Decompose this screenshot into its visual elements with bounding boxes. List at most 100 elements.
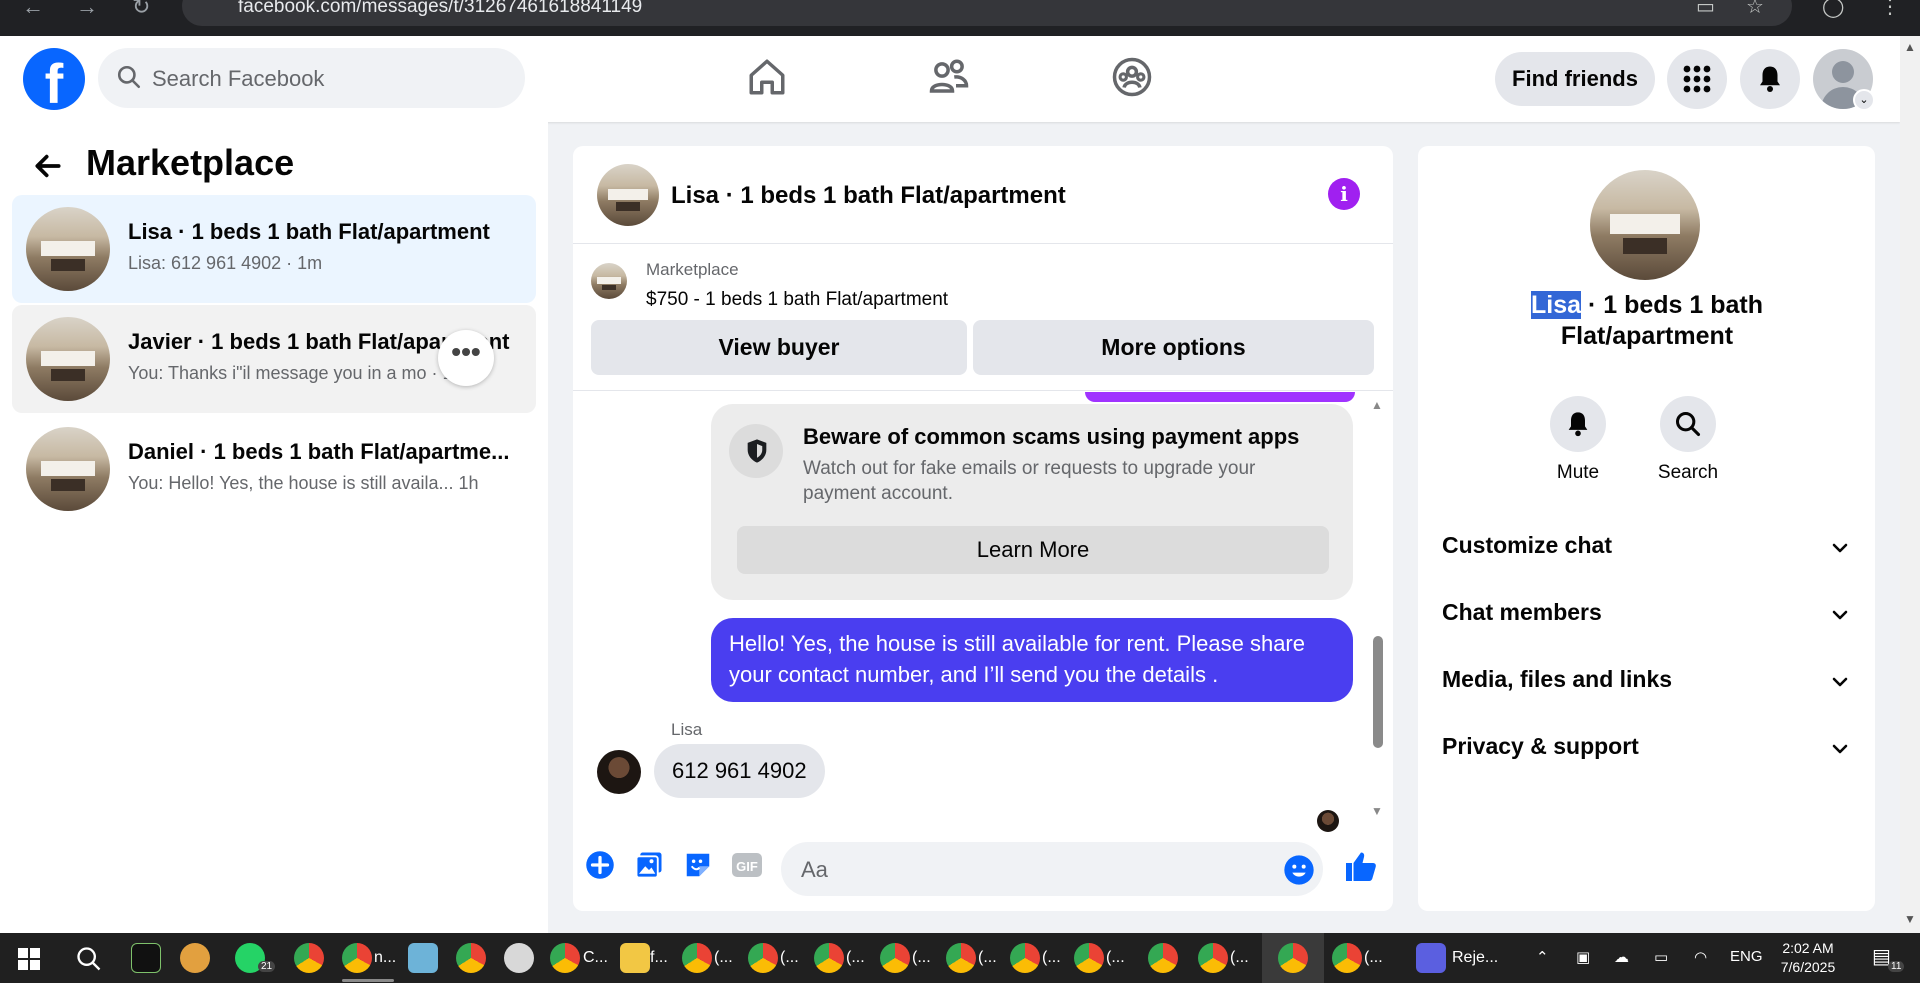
taskbar-running-indicator (342, 979, 394, 982)
listing-price[interactable]: $750 - 1 beds 1 bath Flat/apartment (646, 289, 948, 311)
scrollbar-thumb[interactable] (1373, 636, 1383, 748)
chrome-icon[interactable] (1278, 943, 1308, 973)
groups-icon[interactable] (1111, 56, 1153, 98)
chrome-icon[interactable] (1198, 943, 1228, 973)
scroll-down-icon[interactable]: ▼ (1371, 804, 1383, 818)
sticker-icon[interactable] (683, 850, 713, 880)
chat-title[interactable]: Lisa · 1 beds 1 bath Flat/apartment (671, 182, 1066, 210)
thumbs-up-icon[interactable] (1343, 848, 1379, 884)
view-buyer-button[interactable]: View buyer (591, 320, 967, 375)
section-label: Privacy & support (1442, 733, 1639, 759)
bell-icon (1568, 412, 1588, 437)
search-icon[interactable] (75, 945, 103, 973)
info-icon[interactable]: i (1328, 178, 1360, 210)
profile-icon[interactable]: ◯ (1822, 0, 1844, 19)
details-avatar[interactable] (1590, 170, 1700, 280)
menu-grid-button[interactable] (1667, 49, 1727, 109)
privacy-support-section[interactable]: Privacy & support (1442, 733, 1852, 773)
details-title-name: Lisa (1530, 291, 1582, 319)
tray-app-icon[interactable]: ▣ (1576, 948, 1590, 966)
ide-app-icon[interactable] (131, 943, 161, 973)
conversation-preview: Lisa: 612 961 4902 · 1m (128, 253, 323, 273)
clock[interactable]: 2:02 AM 7/6/2025 (1768, 939, 1848, 977)
back-arrow-icon[interactable] (32, 150, 64, 182)
whatsapp-badge: 21 (258, 961, 276, 972)
notifications-button[interactable] (1740, 49, 1800, 109)
chrome-icon[interactable] (1332, 943, 1362, 973)
search-icon (1675, 411, 1701, 437)
address-bar[interactable]: facebook.com/messages/t/3126746161884114… (182, 0, 1792, 26)
file-explorer-icon[interactable] (620, 943, 650, 973)
details-title-rest: · 1 beds 1 bath Flat/apartment (1560, 291, 1763, 350)
reload-icon[interactable]: ↻ (132, 0, 150, 20)
chrome-icon[interactable] (748, 943, 778, 973)
language-indicator[interactable]: ENG (1730, 948, 1763, 965)
conversation-item[interactable]: Lisa · 1 beds 1 bath Flat/apartment Lisa… (12, 195, 536, 303)
scroll-up-icon[interactable]: ▲ (1904, 40, 1916, 54)
forward-nav-icon[interactable]: → (76, 0, 98, 20)
media-app-icon[interactable] (1416, 943, 1446, 973)
scroll-down-icon[interactable]: ▼ (1904, 912, 1916, 926)
chat-avatar[interactable] (597, 164, 659, 226)
customize-chat-section[interactable]: Customize chat (1442, 532, 1852, 572)
chat-header: Lisa · 1 beds 1 bath Flat/apartment i (573, 146, 1393, 244)
paint-app-icon[interactable] (504, 943, 534, 973)
chrome-icon[interactable] (946, 943, 976, 973)
game-app-icon[interactable] (180, 943, 210, 973)
clock-date: 7/6/2025 (1780, 959, 1836, 975)
learn-more-button[interactable]: Learn More (737, 526, 1329, 574)
chevron-down-icon[interactable]: ⌄ (1853, 89, 1875, 111)
cast-icon[interactable]: ▭ (1696, 0, 1715, 19)
friends-icon[interactable] (928, 56, 970, 98)
message-input[interactable]: Aa (781, 842, 1323, 896)
home-icon[interactable] (746, 56, 788, 98)
shield-icon (729, 424, 783, 478)
chrome-icon[interactable] (814, 943, 844, 973)
sent-message[interactable]: Hello! Yes, the house is still available… (711, 618, 1353, 702)
more-options-button[interactable]: More options (973, 320, 1374, 375)
emoji-icon[interactable] (1283, 854, 1315, 886)
menu-dots-icon[interactable]: ⋮ (1880, 0, 1900, 19)
photo-icon[interactable] (634, 850, 664, 880)
taskbar-label: (... (846, 949, 865, 966)
tray-chevron-up-icon[interactable]: ⌃ (1536, 948, 1549, 966)
back-nav-icon[interactable]: ← (22, 0, 44, 20)
chrome-icon[interactable] (1074, 943, 1104, 973)
onedrive-icon[interactable]: ☁ (1614, 948, 1629, 966)
received-message[interactable]: 612 961 4902 (654, 744, 825, 798)
find-friends-button[interactable]: Find friends (1495, 52, 1655, 106)
scroll-up-icon[interactable]: ▲ (1371, 398, 1383, 412)
wifi-icon[interactable]: ◠ (1694, 948, 1707, 966)
search-button[interactable]: Search (1643, 396, 1733, 484)
chrome-icon[interactable] (1010, 943, 1040, 973)
chrome-icon[interactable] (1148, 943, 1178, 973)
facebook-logo[interactable]: f (23, 48, 85, 110)
section-label: Customize chat (1442, 532, 1612, 558)
chrome-icon[interactable] (342, 943, 372, 973)
notes-app-icon[interactable] (408, 943, 438, 973)
search-input[interactable]: Search Facebook (98, 48, 525, 108)
sender-avatar[interactable] (597, 750, 641, 794)
details-title: Lisa · 1 beds 1 bath Flat/apartment (1458, 290, 1836, 352)
gif-icon[interactable]: GIF (731, 850, 763, 880)
mute-button[interactable]: Mute (1533, 396, 1623, 484)
chat-members-section[interactable]: Chat members (1442, 599, 1852, 639)
taskbar-label: (... (1042, 949, 1061, 966)
windows-start-icon[interactable] (18, 948, 40, 970)
more-options-icon[interactable]: ••• (438, 330, 494, 386)
message-placeholder: Aa (801, 857, 828, 882)
media-files-links-section[interactable]: Media, files and links (1442, 666, 1852, 706)
plus-icon[interactable] (585, 850, 615, 880)
conversation-item[interactable]: Daniel · 1 beds 1 bath Flat/apartme... Y… (12, 415, 536, 523)
chrome-icon[interactable] (550, 943, 580, 973)
message-thread[interactable]: Beware of common scams using payment app… (573, 392, 1393, 832)
page-scrollbar[interactable]: ▲ ▼ (1900, 36, 1920, 933)
chrome-icon[interactable] (294, 943, 324, 973)
chrome-icon[interactable] (880, 943, 910, 973)
listing-thumbnail[interactable] (591, 263, 627, 299)
bookmark-star-icon[interactable]: ☆ (1746, 0, 1764, 19)
chrome-icon[interactable] (456, 943, 486, 973)
battery-icon[interactable]: ▭ (1654, 948, 1668, 966)
chat-scrollbar[interactable]: ▲ ▼ (1371, 398, 1385, 830)
chrome-icon[interactable] (682, 943, 712, 973)
